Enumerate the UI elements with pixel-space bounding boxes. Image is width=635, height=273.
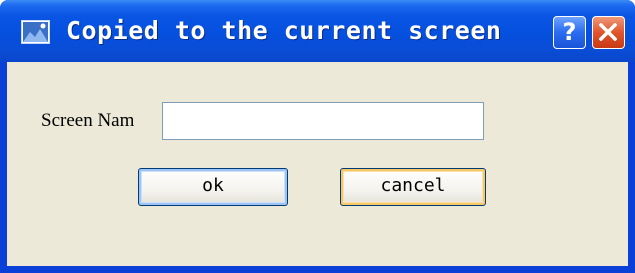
cancel-button[interactable]: cancel: [340, 168, 486, 206]
close-button[interactable]: [592, 16, 625, 49]
window-icon: [21, 20, 50, 44]
title-bar[interactable]: Copied to the current screen ?: [0, 0, 635, 62]
screen-name-input[interactable]: [162, 102, 484, 140]
help-icon: ?: [562, 18, 577, 46]
help-button[interactable]: ?: [553, 16, 586, 49]
dialog-title: Copied to the current screen: [66, 16, 502, 45]
close-icon: [599, 23, 617, 41]
dialog-body: Screen Nam ok cancel: [7, 62, 628, 266]
screen-name-label: Screen Nam: [41, 110, 135, 131]
dialog-window: Copied to the current screen ? Screen Na…: [0, 0, 635, 273]
ok-button[interactable]: ok: [138, 168, 288, 206]
